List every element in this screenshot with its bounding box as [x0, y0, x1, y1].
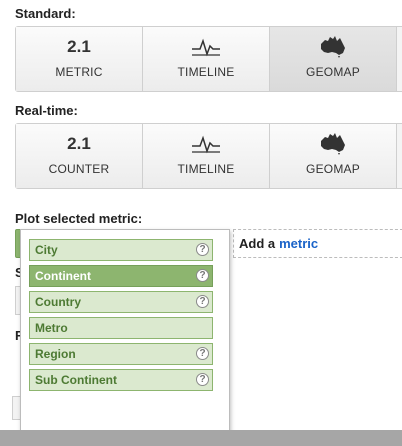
tile-geomap[interactable]: GEOMAP	[270, 124, 397, 188]
help-icon[interactable]: ?	[196, 243, 209, 256]
add-metric-link[interactable]: metric	[279, 236, 318, 251]
metric-number: 2.1	[67, 37, 91, 56]
tile-label: METRIC	[55, 65, 103, 79]
option-label: Region	[35, 347, 76, 361]
australia-map-icon	[321, 36, 345, 58]
timeline-icon	[192, 135, 220, 154]
australia-map-icon	[321, 133, 345, 155]
help-icon[interactable]: ?	[196, 347, 209, 360]
option-label: Metro	[35, 321, 68, 335]
add-metric-dropzone[interactable]: Add a metric	[233, 229, 402, 258]
tile-label: GEOMAP	[306, 162, 360, 176]
timeline-icon	[192, 38, 220, 57]
option-label: Continent	[35, 269, 91, 283]
option-country[interactable]: Country ?	[29, 291, 213, 313]
standard-tilebar: 2.1 METRIC TIMELINE GEOMAP	[15, 26, 402, 92]
help-icon[interactable]: ?	[196, 373, 209, 386]
option-label: City	[35, 243, 58, 257]
option-continent[interactable]: Continent ?	[29, 265, 213, 287]
option-label: Sub Continent	[35, 373, 117, 387]
realtime-label: Real-time:	[15, 103, 78, 118]
tile-geomap[interactable]: GEOMAP	[270, 27, 397, 91]
dimension-dropdown: City ? Continent ? Country ? Metro Regio…	[20, 229, 230, 443]
add-prefix: Add a	[239, 236, 276, 251]
help-icon[interactable]: ?	[196, 269, 209, 282]
option-region[interactable]: Region ?	[29, 343, 213, 365]
option-label: Country	[35, 295, 81, 309]
tile-timeline[interactable]: TIMELINE	[143, 27, 270, 91]
option-city[interactable]: City ?	[29, 239, 213, 261]
tile-label: TIMELINE	[177, 162, 235, 176]
option-metro[interactable]: Metro	[29, 317, 213, 339]
tile-counter[interactable]: 2.1 COUNTER	[16, 124, 143, 188]
option-sub-continent[interactable]: Sub Continent ?	[29, 369, 213, 391]
tile-timeline[interactable]: TIMELINE	[143, 124, 270, 188]
plot-label: Plot selected metric:	[15, 211, 143, 226]
tile-label: COUNTER	[48, 162, 110, 176]
help-icon[interactable]: ?	[196, 295, 209, 308]
tile-label: GEOMAP	[306, 65, 360, 79]
standard-label: Standard:	[15, 6, 76, 21]
tile-metric[interactable]: 2.1 METRIC	[16, 27, 143, 91]
realtime-tilebar: 2.1 COUNTER TIMELINE GEOMAP	[15, 123, 402, 189]
counter-number: 2.1	[67, 134, 91, 153]
bottom-bar	[0, 430, 402, 446]
tile-label: TIMELINE	[177, 65, 235, 79]
